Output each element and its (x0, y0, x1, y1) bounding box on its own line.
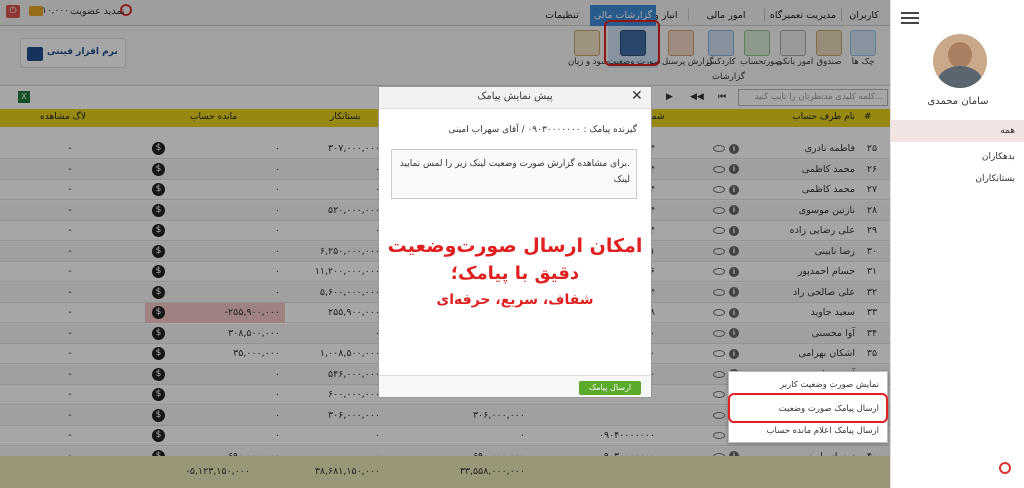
sms-preview-modal: پیش نمایش پیامک ✕ گیرنده پیامک : ۰۹۰۳۰۰۰… (378, 86, 652, 398)
promo-line3: شفاف، سریع، حرفه‌ای (436, 292, 594, 308)
sms-recipient: گیرنده پیامک : ۰۹۰۳۰۰۰۰۰۰۰ / آقای سهراب … (448, 125, 637, 135)
highlight-send-statement-sms (728, 393, 888, 423)
close-icon[interactable]: ✕ (631, 88, 643, 104)
sidebar-power-icon[interactable] (999, 462, 1011, 474)
hamburger-menu-icon[interactable] (901, 12, 919, 26)
sidebar-item-all[interactable]: همه (891, 120, 1024, 142)
menu-item-send-balance-sms[interactable]: ارسال پیامک اعلام مانده حساب (729, 420, 887, 442)
avatar (933, 34, 987, 88)
modal-title: پیش نمایش پیامک (477, 91, 553, 102)
user-name: سامان محمدی (927, 96, 989, 107)
sms-message-line1: برای مشاهده گزارش صورت وضعیت لینک زیر را… (399, 159, 630, 169)
send-sms-button[interactable]: ارسال پیامک (579, 381, 641, 395)
promo-line2: دقیق با پیامک؛ (450, 263, 580, 284)
modal-footer: ارسال پیامک (379, 375, 651, 397)
sidebar-item-debtors[interactable]: بدهکاران (891, 146, 1024, 168)
right-sidebar: سامان محمدی همه بدهکاران بستانکاران (890, 0, 1024, 488)
sms-message-link[interactable]: لینک (398, 172, 630, 188)
promo-line1: امکان ارسال صورت‌وضعیت (387, 235, 643, 257)
sidebar-item-creditors[interactable]: بستانکاران (891, 168, 1024, 190)
modal-header: پیش نمایش پیامک ✕ (379, 87, 651, 109)
sms-message-box: برای مشاهده گزارش صورت وضعیت لینک زیر را… (391, 149, 637, 199)
